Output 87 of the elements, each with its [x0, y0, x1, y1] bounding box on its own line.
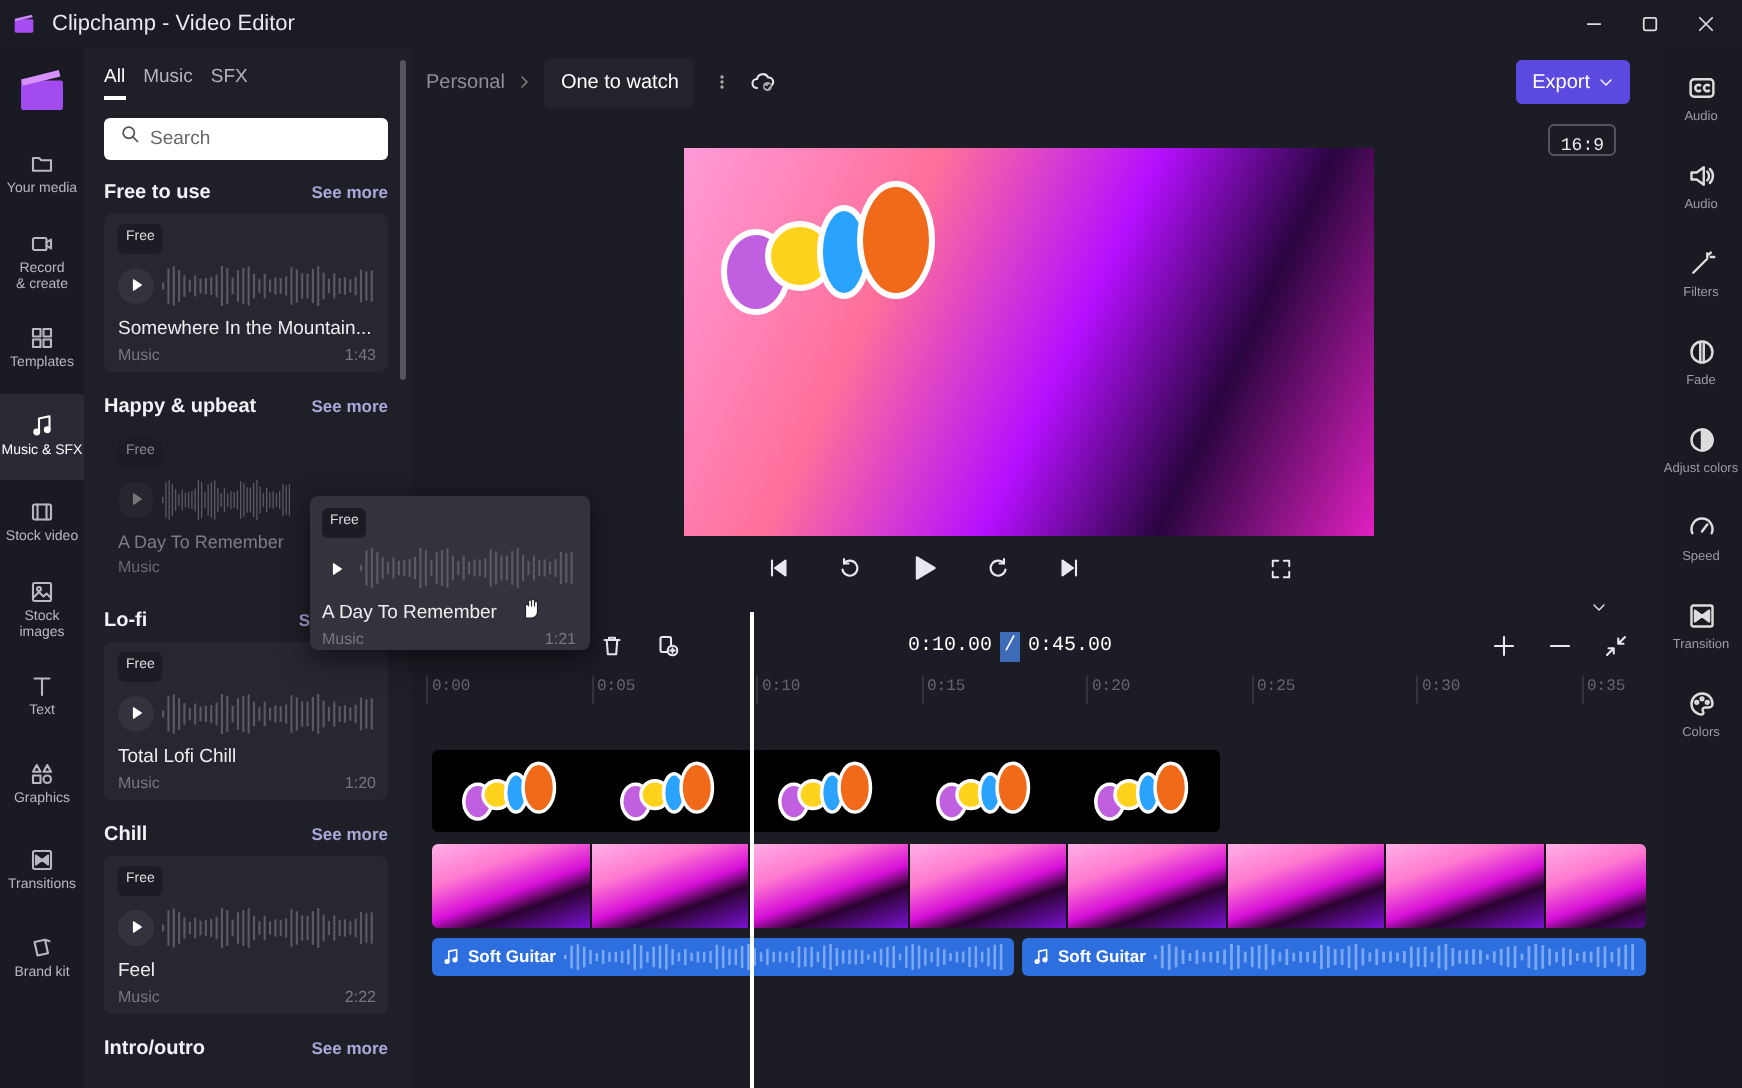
project-name[interactable]: One to watch — [544, 57, 695, 107]
search-icon — [120, 123, 140, 144]
play-icon — [129, 278, 143, 293]
track-duration: 1:43 — [344, 344, 376, 368]
see-more-link[interactable]: See more — [311, 393, 388, 420]
track-title: Somewhere In the Mountain... — [118, 315, 374, 344]
rewind-icon[interactable] — [838, 556, 862, 580]
breadcrumb-link[interactable]: Personal — [426, 67, 505, 97]
captions-icon — [1687, 73, 1715, 102]
close-icon[interactable] — [1696, 14, 1716, 34]
play-button[interactable] — [118, 909, 154, 946]
time-separator: / — [1000, 631, 1021, 661]
play-button[interactable] — [118, 695, 154, 732]
play-icon[interactable] — [910, 554, 938, 582]
track-duration: 1:20 — [344, 772, 376, 796]
track-title: A Day To Remember — [118, 529, 286, 556]
camera-icon — [30, 232, 54, 257]
tab[interactable]: All — [104, 64, 126, 101]
track-duration: 2:22 — [344, 986, 376, 1010]
section-title: Lo-fi — [104, 607, 148, 636]
app-logo-icon — [18, 68, 66, 112]
waveform-drawing — [162, 479, 292, 520]
audio-clip[interactable]: Soft Guitar — [1022, 938, 1646, 976]
track-genre: Music — [118, 556, 160, 581]
app-logo-icon — [12, 14, 36, 34]
track-title: A Day To Remember — [322, 599, 497, 627]
film-icon — [30, 500, 54, 525]
trash-icon[interactable] — [600, 634, 624, 658]
play-icon — [129, 706, 143, 721]
track-duration: 1:21 — [544, 627, 576, 652]
section-title: Happy & upbeat — [104, 393, 257, 422]
contrast-icon — [1687, 425, 1715, 454]
track-genre: Music — [118, 986, 160, 1010]
section-title: Free to use — [104, 179, 211, 208]
maximize-icon[interactable] — [1640, 14, 1660, 34]
image-icon — [30, 580, 54, 605]
section-title: Intro/outro — [104, 1035, 206, 1064]
track-genre: Music — [118, 344, 160, 368]
track-title: Total Lofi Chill — [118, 743, 239, 772]
add-media-icon[interactable] — [656, 634, 680, 658]
cloud-check-icon — [750, 70, 777, 94]
tab[interactable]: SFX — [210, 64, 248, 101]
video-clip[interactable] — [432, 844, 1646, 928]
aspect-ratio-button[interactable]: 16:9 — [1548, 124, 1616, 156]
track-genre: Music — [118, 772, 160, 796]
music-note-icon — [30, 413, 54, 438]
play-button[interactable] — [118, 267, 154, 304]
chevron-right-icon — [516, 74, 533, 90]
see-more-link[interactable]: See more — [311, 821, 388, 848]
fade-icon — [1687, 337, 1715, 366]
search-field[interactable]: Search — [104, 118, 388, 161]
play-icon — [330, 562, 344, 576]
fullscreen-icon[interactable] — [1270, 557, 1292, 579]
zoom-in-icon[interactable] — [1492, 634, 1516, 658]
chevron-down-icon[interactable] — [1590, 600, 1608, 616]
folder-icon — [30, 152, 54, 177]
transition-icon — [1687, 601, 1715, 630]
total-time: 0:45.00 — [1028, 633, 1113, 661]
play-icon — [129, 492, 143, 507]
sticker-clip[interactable] — [432, 750, 1220, 832]
forward-icon[interactable] — [986, 556, 1010, 580]
section-title: Chill — [104, 821, 148, 850]
templates-icon — [30, 326, 54, 351]
palette-icon — [1687, 689, 1715, 718]
tab[interactable]: Music — [143, 64, 193, 101]
shapes-icon — [30, 761, 54, 786]
current-time: 0:10.00 — [908, 633, 993, 661]
text-icon — [30, 674, 54, 699]
speaker-icon — [1687, 161, 1715, 190]
export-button[interactable]: Export — [1516, 60, 1630, 104]
music-note-icon — [1032, 948, 1050, 966]
play-icon — [129, 920, 143, 935]
music-note-icon — [442, 948, 460, 966]
track-title: Feel — [118, 957, 157, 986]
window-title: Clipchamp - Video Editor — [52, 9, 295, 40]
transition-icon — [30, 848, 54, 873]
cards-icon — [30, 935, 54, 960]
skip-forward-icon[interactable] — [1058, 556, 1082, 580]
see-more-link[interactable]: S — [298, 607, 310, 634]
chevron-down-icon — [1598, 74, 1614, 90]
see-more-link[interactable]: See more — [311, 179, 388, 206]
skip-back-icon[interactable] — [766, 556, 790, 580]
scrollbar[interactable] — [400, 60, 406, 380]
audio-clip[interactable]: Soft Guitar — [432, 938, 1014, 976]
magic-wand-icon — [1687, 249, 1715, 278]
see-more-link[interactable]: See more — [311, 1035, 388, 1062]
fit-icon[interactable] — [1604, 634, 1628, 658]
